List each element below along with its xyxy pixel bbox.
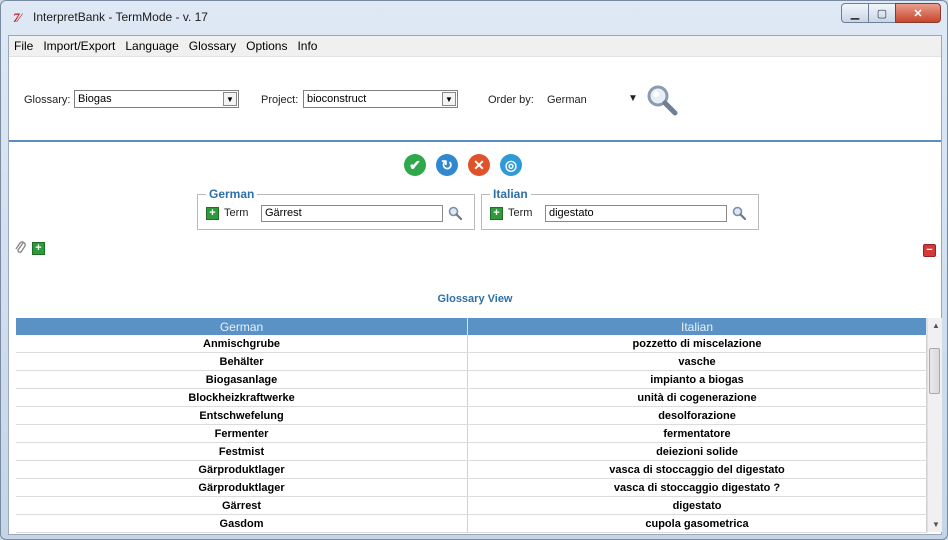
add-entry-icon[interactable]: + — [32, 242, 45, 255]
german-legend: German — [206, 187, 258, 201]
target-button[interactable]: ◎ — [500, 154, 522, 176]
minimize-icon: ▁ — [850, 7, 860, 20]
minimize-button[interactable]: ▁ — [841, 3, 869, 23]
table-row[interactable]: Blockheizkraftwerke unità di cogenerazion… — [16, 388, 927, 407]
cell-german[interactable]: Anmischgrube — [16, 335, 469, 353]
table-row[interactable]: Behälter vasche — [16, 352, 927, 371]
german-search-icon[interactable] — [448, 206, 462, 220]
cell-italian[interactable]: cupola gasometrica — [467, 514, 927, 533]
table-row[interactable]: Gärrest digestato — [16, 496, 927, 515]
search-icon[interactable] — [645, 83, 679, 117]
collapse-icon[interactable]: − — [923, 244, 936, 257]
table-row[interactable]: Gasdom cupola gasometrica — [16, 514, 927, 533]
cell-german[interactable]: Gasdom — [16, 514, 469, 533]
confirm-button[interactable]: ✔ — [404, 154, 426, 176]
cell-german[interactable]: Blockheizkraftwerke — [16, 388, 469, 407]
toolbar-divider — [9, 140, 941, 142]
toolbar: Glossary: Biogas ▼ Project: bioconstruct… — [9, 57, 941, 135]
cell-german[interactable]: Fermenter — [16, 424, 469, 443]
client-area: File Import/Export Language Glossary Opt… — [8, 35, 942, 535]
german-term-group: German + Term Gärrest — [197, 187, 475, 230]
cell-italian[interactable]: pozzetto di miscelazione — [467, 335, 927, 353]
maximize-button[interactable]: ▢ — [868, 3, 896, 23]
table-row[interactable]: Gärproduktlager vasca di stoccaggio diges… — [16, 478, 927, 497]
table-row[interactable]: Gärproduktlager vasca di stoccaggio del d… — [16, 460, 927, 479]
cell-italian[interactable]: impianto a biogas — [467, 370, 927, 389]
menu-options[interactable]: Options — [241, 39, 292, 53]
menu-info[interactable]: Info — [292, 39, 322, 53]
table-header-row: German Italian — [16, 318, 927, 335]
cell-german[interactable]: Festmist — [16, 442, 469, 461]
cell-italian[interactable]: vasca di stoccaggio digestato ? — [467, 478, 927, 497]
project-label: Project: — [261, 94, 299, 106]
table-row[interactable]: Fermenter fermentatore — [16, 424, 927, 443]
italian-legend: Italian — [490, 187, 531, 201]
dropdown-arrow-icon: ▼ — [442, 92, 456, 106]
cell-italian[interactable]: fermentatore — [467, 424, 927, 443]
menu-import-export[interactable]: Import/Export — [38, 39, 120, 53]
german-term-label: Term — [224, 207, 249, 219]
project-select[interactable]: bioconstruct ▼ — [303, 90, 458, 108]
glossary-view-title: Glossary View — [437, 293, 513, 305]
window-title: InterpretBank - TermMode - v. 17 — [33, 10, 208, 24]
menu-language[interactable]: Language — [120, 39, 183, 53]
italian-term-input[interactable]: digestato — [545, 205, 727, 222]
menu-bar: File Import/Export Language Glossary Opt… — [9, 36, 941, 57]
title-bar[interactable]: 7⁄ InterpretBank - TermMode - v. 17 ▁ ▢ … — [1, 1, 947, 33]
cell-german[interactable]: Gärrest — [16, 496, 469, 515]
glossary-select[interactable]: Biogas ▼ — [74, 90, 239, 108]
refresh-button[interactable]: ↻ — [436, 154, 458, 176]
table-row[interactable]: Entschwefelung desolforazione — [16, 406, 927, 425]
cell-german[interactable]: Biogasanlage — [16, 370, 469, 389]
cell-italian[interactable]: unità di cogenerazione — [467, 388, 927, 407]
scroll-up-icon[interactable]: ▲ — [932, 321, 940, 330]
order-by-dropdown-icon[interactable]: ▼ — [628, 93, 638, 104]
table-row[interactable]: Festmist deiezioni solide — [16, 442, 927, 461]
app-logo-icon: 7⁄ — [13, 10, 21, 25]
cell-italian[interactable]: vasca di stoccaggio del digestato — [467, 460, 927, 479]
german-term-input[interactable]: Gärrest — [261, 205, 443, 222]
paperclip-icon[interactable] — [14, 240, 28, 256]
column-header-italian[interactable]: Italian — [467, 318, 927, 335]
target-icon: ◎ — [504, 156, 518, 173]
cell-german[interactable]: Gärproduktlager — [16, 478, 469, 497]
column-header-german[interactable]: German — [16, 318, 469, 335]
cell-german[interactable]: Gärproduktlager — [16, 460, 469, 479]
menu-glossary[interactable]: Glossary — [184, 39, 241, 53]
scrollbar-thumb[interactable] — [929, 348, 940, 394]
project-select-value: bioconstruct — [307, 93, 367, 105]
vertical-scrollbar[interactable]: ▲ ▼ — [927, 318, 942, 532]
app-window: 7⁄ InterpretBank - TermMode - v. 17 ▁ ▢ … — [0, 0, 948, 540]
cell-italian[interactable]: desolforazione — [467, 406, 927, 425]
delete-button[interactable]: ✕ — [468, 154, 490, 176]
add-italian-term-icon[interactable]: + — [490, 207, 503, 220]
delete-icon: ✕ — [473, 156, 485, 173]
maximize-icon: ▢ — [876, 7, 888, 20]
cell-german[interactable]: Behälter — [16, 352, 469, 371]
action-buttons: ✔ ↻ ✕ ◎ — [404, 154, 522, 176]
cell-italian[interactable]: deiezioni solide — [467, 442, 927, 461]
close-icon: ✕ — [913, 7, 923, 20]
dropdown-arrow-icon: ▼ — [223, 92, 237, 106]
order-by-label: Order by: — [488, 94, 534, 106]
close-button[interactable]: ✕ — [895, 3, 941, 23]
refresh-icon: ↻ — [441, 156, 453, 173]
glossary-table: German Italian Anmischgrube pozzetto di m… — [16, 318, 927, 533]
window-controls: ▁ ▢ ✕ — [841, 3, 941, 23]
glossary-label: Glossary: — [24, 94, 71, 106]
italian-term-label: Term — [508, 207, 533, 219]
italian-search-icon[interactable] — [732, 206, 746, 220]
add-german-term-icon[interactable]: + — [206, 207, 219, 220]
cell-italian[interactable]: vasche — [467, 352, 927, 371]
checkmark-icon: ✔ — [409, 156, 421, 173]
table-row[interactable]: Biogasanlage impianto a biogas — [16, 370, 927, 389]
order-by-value[interactable]: German — [547, 94, 587, 106]
italian-term-group: Italian + Term digestato — [481, 187, 759, 230]
cell-german[interactable]: Entschwefelung — [16, 406, 469, 425]
cell-italian[interactable]: digestato — [467, 496, 927, 515]
glossary-select-value: Biogas — [78, 93, 112, 105]
scroll-down-icon[interactable]: ▼ — [932, 520, 940, 529]
menu-file[interactable]: File — [9, 39, 38, 53]
table-row[interactable]: Anmischgrube pozzetto di miscelazione — [16, 335, 927, 353]
